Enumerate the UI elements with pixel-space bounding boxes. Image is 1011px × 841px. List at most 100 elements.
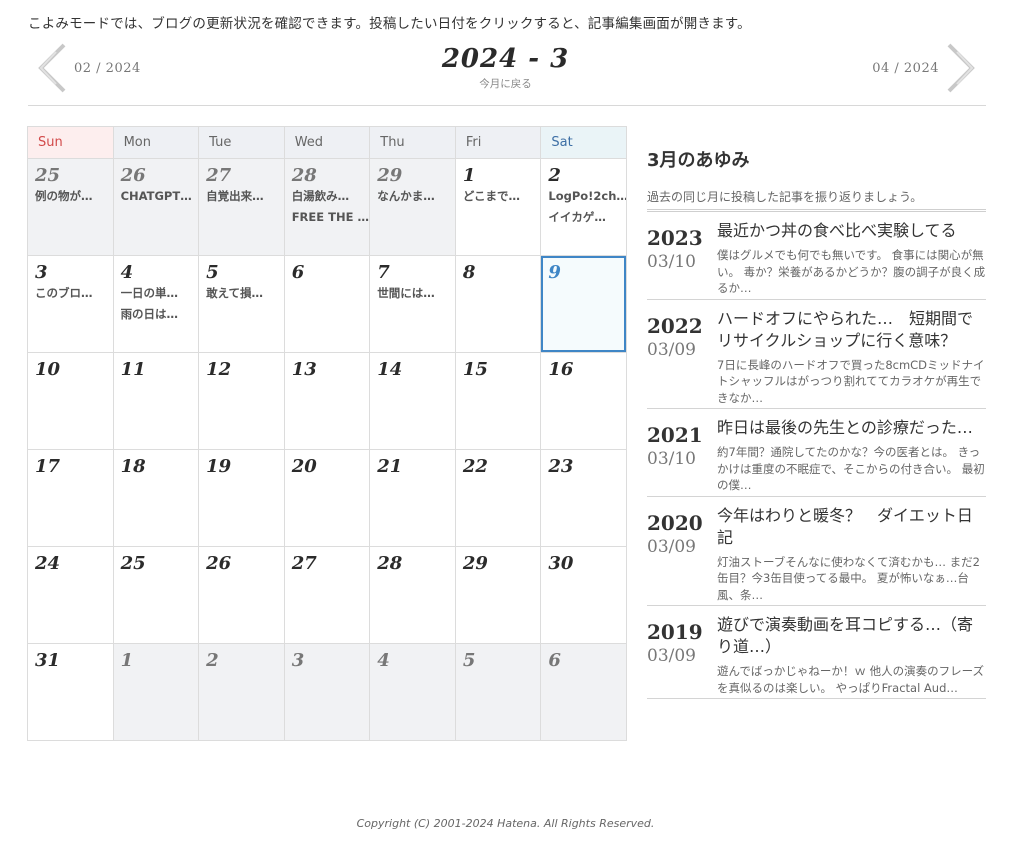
calendar-day-cell[interactable]: 18 [112, 449, 200, 547]
day-number: 19 [206, 456, 232, 477]
entry-title-link[interactable]: 昨日は最後の先生との診療だった… [717, 417, 986, 439]
day-number: 3 [35, 262, 48, 283]
entry-title-link[interactable]: 最近かつ丼の食べ比べ実験してる [717, 220, 986, 242]
post-title-link[interactable]: 雨の日は… [121, 304, 198, 325]
history-entry: 2020 03/09 今年はわりと暖冬？ ダイエット日記 灯油ストーブそんなに使わなく… [647, 497, 986, 606]
entry-summary: 遊んでばっかじゃねーか！ｗ 他人の演奏のフレーズを真似るのは楽しい。 やっぱりF… [717, 664, 985, 695]
calendar-day-cell[interactable]: 5 [454, 643, 542, 741]
weekday-sun: Sun [27, 126, 114, 159]
day-number: 26 [206, 553, 232, 574]
post-title-link[interactable]: このブロ… [35, 283, 112, 304]
day-number: 9 [548, 262, 561, 283]
calendar-day-cell[interactable]: 31 [27, 643, 114, 741]
calendar-week-row: 3 このブロ… 4 一日の単… 雨の日は… 5 敢えて損… 6 7 世間には… 8 9 [27, 255, 627, 353]
calendar-day-cell[interactable]: 28 [369, 546, 456, 644]
day-number: 6 [548, 650, 561, 671]
post-title-link[interactable]: どこまで… [463, 186, 540, 207]
calendar-day-cell[interactable]: 17 [27, 449, 114, 547]
calendar-day-cell[interactable]: 5 敢えて損… [198, 255, 285, 353]
post-title-link[interactable]: 敢えて損… [206, 283, 283, 304]
calendar-day-cell[interactable]: 20 [283, 449, 371, 547]
calendar-grid: Sun Mon Tue Wed Thu Fri Sat 25 例の物が… 26 CHA… [27, 126, 627, 741]
calendar-day-cell[interactable]: 15 [454, 352, 542, 450]
page-intro: こよみモードでは、ブログの更新状況を確認できます。投稿したい日付をクリックすると… [28, 16, 751, 32]
day-number: 29 [462, 553, 488, 574]
day-number: 26 [120, 165, 146, 186]
post-title-link[interactable]: イイカゲ… [548, 207, 625, 228]
calendar-day-cell[interactable]: 3 [283, 643, 371, 741]
calendar-day-cell[interactable]: 25 [112, 546, 200, 644]
calendar-day-cell[interactable]: 9 [540, 255, 627, 353]
calendar-day-cell[interactable]: 16 [540, 352, 627, 450]
day-number: 31 [35, 650, 61, 671]
calendar-day-cell[interactable]: 10 [27, 352, 114, 450]
calendar-week-row: 17 18 19 20 21 22 23 [27, 449, 627, 547]
post-title-link[interactable]: CHATGPT… [121, 186, 198, 207]
calendar-day-cell[interactable]: 24 [27, 546, 114, 644]
calendar-day-cell[interactable]: 19 [198, 449, 285, 547]
calendar-day-cell[interactable]: 8 [454, 255, 542, 353]
entry-date: 03/09 [647, 339, 696, 360]
entry-date: 03/10 [647, 252, 696, 272]
post-title-link[interactable]: FREE THE … [292, 207, 369, 228]
calendar-day-cell[interactable]: 26 [198, 546, 285, 644]
post-title-link[interactable]: 世間には… [377, 283, 454, 304]
entry-body: 昨日は最後の先生との診療だった… 約7年間？通院してたのかな？今の医者とは。 きっ… [717, 417, 986, 496]
calendar-day-cell[interactable]: 27 [283, 546, 371, 644]
calendar-week-row: 25 例の物が… 26 CHATGPT… 27 自覚出来… 28 白湯飲み… FREE THE … [27, 158, 627, 256]
calendar-day-cell[interactable]: 14 [369, 352, 456, 450]
post-title-link[interactable]: 一日の単… [121, 283, 198, 304]
weekday-wed: Wed [283, 126, 371, 159]
entry-title-link[interactable]: ハードオフにやられた… 短期間でリサイクルショップに行く意味？ [717, 308, 986, 352]
current-month-title: 2024 - 3 [441, 44, 570, 74]
next-month-link[interactable]: 04 / 2024 [872, 42, 979, 94]
calendar-day-cell[interactable]: 1 どこまで… [454, 158, 542, 256]
calendar-day-cell[interactable]: 2 LogPo!2ch… イイカゲ… [540, 158, 627, 256]
calendar-day-cell[interactable]: 2 [198, 643, 285, 741]
calendar-day-cell[interactable]: 23 [540, 449, 627, 547]
entry-title-link[interactable]: 今年はわりと暖冬？ ダイエット日記 [717, 505, 986, 549]
entry-body: 最近かつ丼の食べ比べ実験してる 僕はグルメでも何でも無いです。 食事には関心が無い… [717, 220, 986, 299]
entry-date: 03/09 [647, 536, 696, 557]
calendar-day-cell[interactable]: 25 例の物が… [27, 158, 114, 256]
day-number: 20 [291, 456, 317, 477]
calendar-day-cell[interactable]: 29 [454, 546, 542, 644]
post-title-link[interactable]: LogPo!2ch… [548, 186, 625, 207]
day-number: 3 [291, 650, 305, 671]
calendar-day-cell[interactable]: 3 このブロ… [27, 255, 114, 353]
calendar-day-cell[interactable]: 6 [540, 643, 627, 741]
day-number: 27 [291, 553, 317, 574]
entry-body: 今年はわりと暖冬？ ダイエット日記 灯油ストーブそんなに使わなくて済むかも… まだ… [717, 505, 986, 606]
entry-body: ハードオフにやられた… 短期間でリサイクルショップに行く意味？ 7日に長峰のハード… [717, 308, 986, 409]
sidebar-heading: 3月のあゆみ [647, 150, 750, 171]
day-number: 8 [462, 262, 476, 283]
calendar-day-cell[interactable]: 13 [283, 352, 371, 450]
calendar-week-row: 24 25 26 27 28 29 30 [27, 546, 627, 644]
header-divider [28, 105, 986, 106]
post-title-link[interactable]: 自覚出来… [206, 186, 283, 207]
weekday-fri: Fri [454, 126, 542, 159]
calendar-day-cell[interactable]: 4 [369, 643, 456, 741]
calendar-day-cell[interactable]: 12 [198, 352, 285, 450]
calendar-day-cell[interactable]: 6 [283, 255, 371, 353]
calendar-day-cell[interactable]: 22 [454, 449, 542, 547]
post-title-link[interactable]: 例の物が… [35, 186, 112, 207]
day-number: 5 [462, 650, 476, 671]
calendar-day-cell[interactable]: 27 自覚出来… [198, 158, 285, 256]
calendar-day-cell[interactable]: 1 [112, 643, 200, 741]
weekday-header-row: Sun Mon Tue Wed Thu Fri Sat [27, 126, 627, 159]
post-title-link[interactable]: 白湯飲み… [292, 186, 369, 207]
calendar-day-cell[interactable]: 29 なんかま… [369, 158, 456, 256]
calendar-day-cell[interactable]: 4 一日の単… 雨の日は… [112, 255, 200, 353]
day-number: 28 [291, 165, 317, 186]
calendar-day-cell[interactable]: 7 世間には… [369, 255, 456, 353]
calendar-day-cell[interactable]: 26 CHATGPT… [112, 158, 200, 256]
calendar-day-cell[interactable]: 11 [112, 352, 200, 450]
weekday-mon: Mon [112, 126, 200, 159]
calendar-day-cell[interactable]: 30 [540, 546, 627, 644]
back-to-this-month-link[interactable]: 今月に戻る [0, 76, 1011, 91]
calendar-day-cell[interactable]: 21 [369, 449, 456, 547]
calendar-day-cell[interactable]: 28 白湯飲み… FREE THE … [283, 158, 371, 256]
post-title-link[interactable]: なんかま… [377, 186, 454, 207]
entry-title-link[interactable]: 遊びで演奏動画を耳コピする…（寄り道…） [717, 614, 986, 658]
